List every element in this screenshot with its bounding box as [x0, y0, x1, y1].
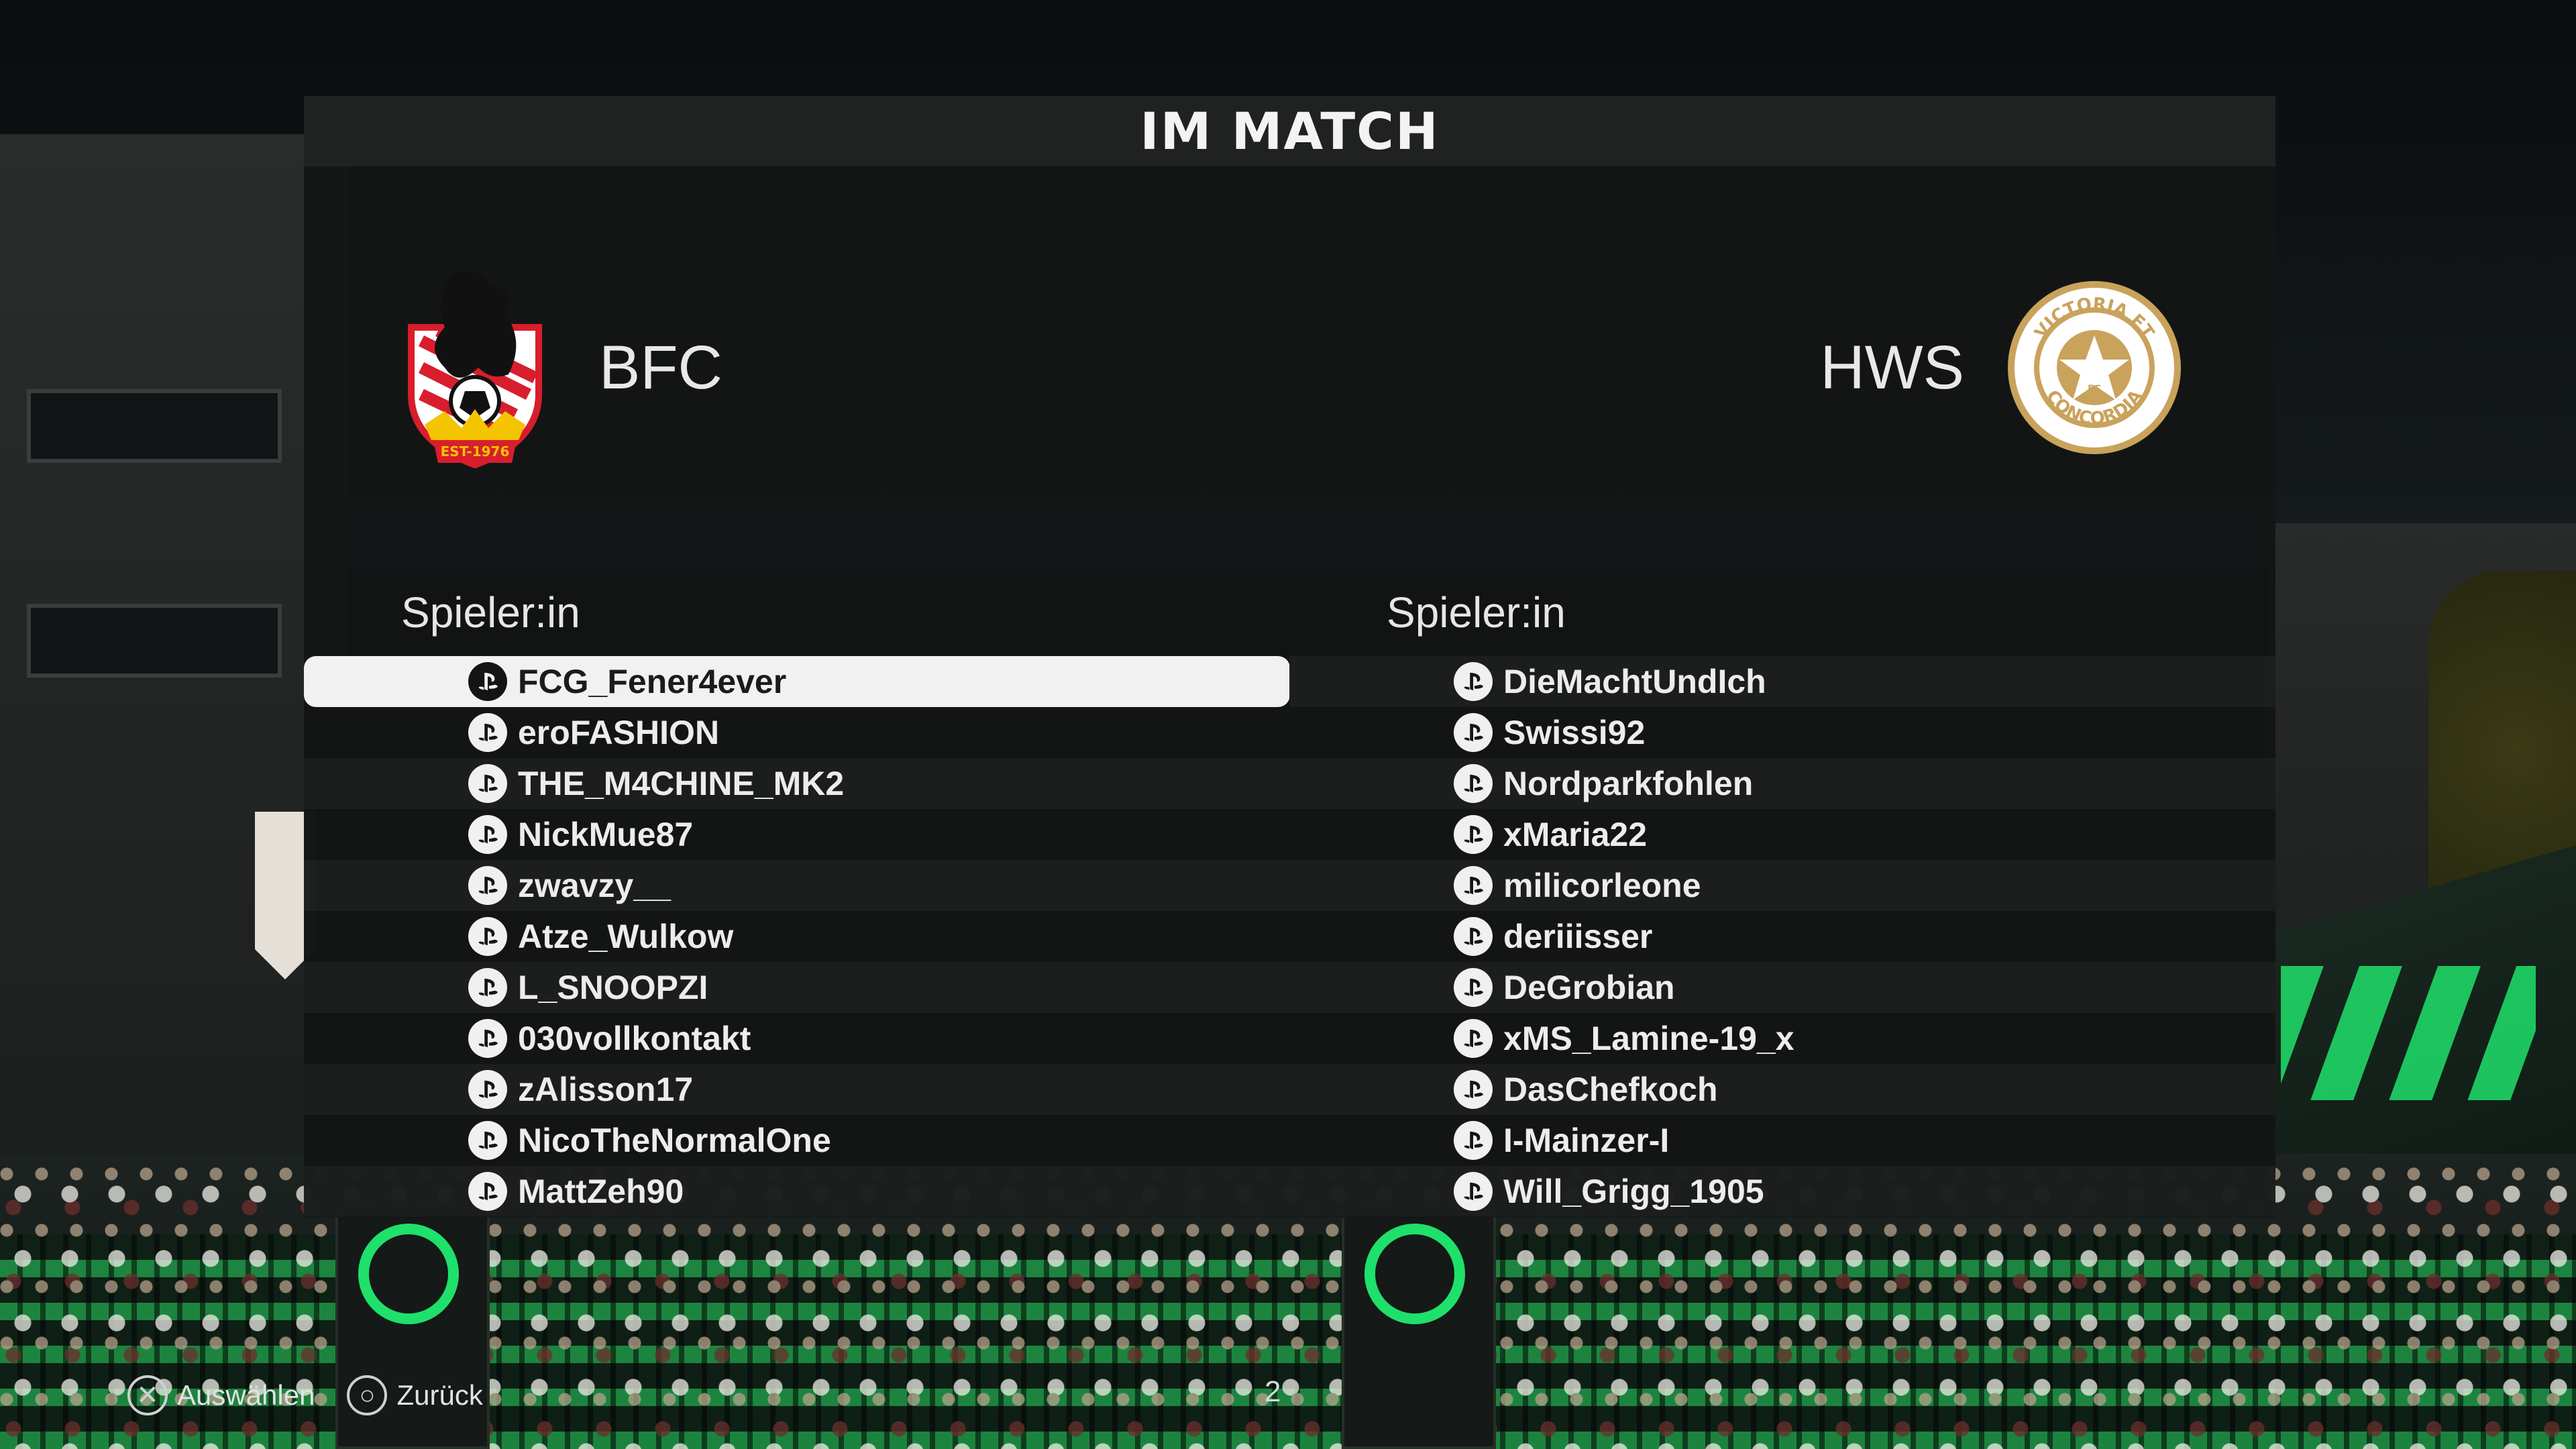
away-player-row[interactable]: DieMachtUndIch	[1289, 656, 2275, 707]
home-player-column: Spieler:in FCG_Fener4ever eroFASHION THE_M…	[304, 569, 1290, 1217]
player-name: NickMue87	[518, 816, 694, 853]
svg-text:FC: FC	[2088, 384, 2101, 394]
player-name: FCG_Fener4ever	[518, 663, 787, 700]
player-name: milicorleone	[1503, 867, 1701, 904]
playstation-icon	[1454, 1070, 1493, 1109]
away-player-row[interactable]: DeGrobian	[1289, 962, 2275, 1013]
player-name: 030vollkontakt	[518, 1020, 751, 1057]
select-label: Auswählen	[177, 1379, 315, 1411]
home-player-row[interactable]: zwavzy__	[304, 860, 1290, 911]
player-name: Atze_Wulkow	[518, 918, 734, 955]
playstation-icon	[1454, 815, 1493, 854]
building-window	[27, 604, 282, 678]
away-team: VICTORIA ET CONCORDIA FC HWS	[1820, 166, 2182, 569]
home-player-list: FCG_Fener4ever eroFASHION THE_M4CHINE_MK2 N…	[304, 656, 1290, 1217]
away-player-header: Spieler:in	[1387, 588, 1566, 637]
player-name: DieMachtUndIch	[1503, 663, 1766, 700]
player-name: L_SNOOPZI	[518, 969, 708, 1006]
player-name: zwavzy__	[518, 867, 671, 904]
playstation-icon	[468, 968, 507, 1007]
playstation-icon	[468, 1019, 507, 1058]
playstation-icon	[1454, 1172, 1493, 1211]
home-player-row[interactable]: THE_M4CHINE_MK2	[304, 758, 1290, 809]
match-lineup-panel: IM MATCH EST-1976 BFC VICTORIA ET CONCOR…	[304, 96, 2275, 1218]
player-name: I-Mainzer-I	[1503, 1122, 1670, 1159]
playstation-icon	[1454, 662, 1493, 701]
playstation-icon	[468, 1070, 507, 1109]
playstation-icon	[468, 713, 507, 752]
cross-button-icon: ✕	[127, 1375, 168, 1415]
home-team: EST-1976 BFC	[398, 166, 722, 569]
away-player-row[interactable]: Swissi92	[1289, 707, 2275, 758]
player-name: DeGrobian	[1503, 969, 1675, 1006]
playstation-icon	[1454, 764, 1493, 803]
player-name: NicoTheNormalOne	[518, 1122, 831, 1159]
away-team-name: HWS	[1820, 333, 1964, 402]
playstation-icon	[468, 866, 507, 905]
player-name: Swissi92	[1503, 714, 1646, 751]
back-hint[interactable]: ○ Zurück	[347, 1375, 483, 1415]
circle-button-icon: ○	[347, 1375, 388, 1415]
away-player-row[interactable]: Will_Grigg_1905	[1289, 1166, 2275, 1217]
player-name: xMS_Lamine-19_x	[1503, 1020, 1794, 1057]
bear-crest-icon: EST-1976	[408, 270, 542, 468]
home-player-row[interactable]: L_SNOOPZI	[304, 962, 1290, 1013]
away-player-row[interactable]: deriiisser	[1289, 911, 2275, 962]
svg-text:EST-1976: EST-1976	[441, 443, 510, 460]
home-player-header: Spieler:in	[401, 588, 580, 637]
away-player-row[interactable]: milicorleone	[1289, 860, 2275, 911]
playstation-icon	[1454, 713, 1493, 752]
away-player-row[interactable]: DasChefkoch	[1289, 1064, 2275, 1115]
player-name: deriiisser	[1503, 918, 1653, 955]
playstation-icon	[468, 815, 507, 854]
away-player-row[interactable]: I-Mainzer-I	[1289, 1115, 2275, 1166]
away-player-column: Spieler:in DieMachtUndIch Swissi92 Nordpar…	[1289, 569, 2275, 1217]
building-window	[27, 389, 282, 463]
star-crest-icon: VICTORIA ET CONCORDIA FC	[2008, 281, 2181, 454]
player-name: THE_M4CHINE_MK2	[518, 765, 845, 802]
away-player-row[interactable]: Nordparkfohlen	[1289, 758, 2275, 809]
playstation-icon	[1454, 866, 1493, 905]
player-name: zAlisson17	[518, 1071, 694, 1108]
playstation-icon	[468, 662, 507, 701]
home-player-row[interactable]: Atze_Wulkow	[304, 911, 1290, 962]
select-hint[interactable]: ✕ Auswählen	[127, 1375, 315, 1415]
button-hints: ✕ Auswählen ○ Zurück	[127, 1372, 515, 1419]
home-player-row[interactable]: NicoTheNormalOne	[304, 1115, 1290, 1166]
home-player-row[interactable]: 030vollkontakt	[304, 1013, 1290, 1064]
away-player-list: DieMachtUndIch Swissi92 Nordparkfohlen xMar…	[1289, 656, 2275, 1217]
stadium-building-left	[0, 134, 349, 1241]
home-team-name: BFC	[599, 333, 722, 402]
home-player-row[interactable]: FCG_Fener4ever	[304, 656, 1290, 707]
playstation-icon	[1454, 1121, 1493, 1160]
playstation-icon	[1454, 1019, 1493, 1058]
page-title: IM MATCH	[304, 96, 2275, 166]
away-player-row[interactable]: xMS_Lamine-19_x	[1289, 1013, 2275, 1064]
player-name: Will_Grigg_1905	[1503, 1173, 1764, 1210]
player-name: xMaria22	[1503, 816, 1648, 853]
playstation-icon	[468, 1121, 507, 1160]
playstation-icon	[468, 917, 507, 956]
player-name: DasChefkoch	[1503, 1071, 1718, 1108]
home-player-row[interactable]: NickMue87	[304, 809, 1290, 860]
player-name: MattZeh90	[518, 1173, 684, 1210]
player-name: Nordparkfohlen	[1503, 765, 1754, 802]
back-label: Zurück	[396, 1379, 483, 1411]
home-player-row[interactable]: eroFASHION	[304, 707, 1290, 758]
home-player-row[interactable]: MattZeh90	[304, 1166, 1290, 1217]
clubs-banner	[1342, 1208, 1496, 1449]
teams-header: EST-1976 BFC VICTORIA ET CONCORDIA FC HW…	[304, 166, 2275, 569]
playstation-icon	[1454, 917, 1493, 956]
away-player-row[interactable]: xMaria22	[1289, 809, 2275, 860]
page-indicator: 2	[1265, 1375, 1281, 1408]
playstation-icon	[1454, 968, 1493, 1007]
playstation-icon	[468, 1172, 507, 1211]
home-player-row[interactable]: zAlisson17	[304, 1064, 1290, 1115]
player-name: eroFASHION	[518, 714, 720, 751]
playstation-icon	[468, 764, 507, 803]
